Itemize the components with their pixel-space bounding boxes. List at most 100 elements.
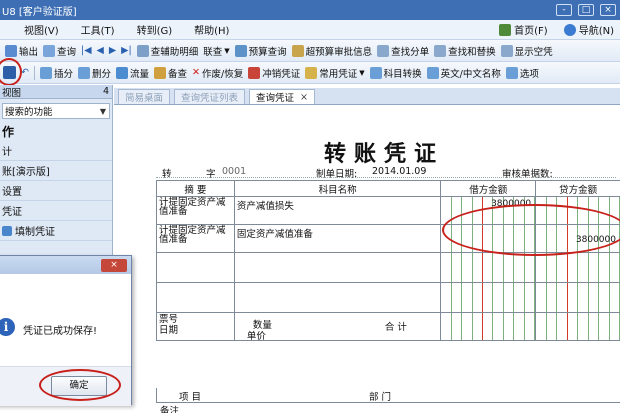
reverse-voucher-button[interactable]: 冲销凭证 xyxy=(248,66,300,80)
quantity-info-cell: 数量 单价 合 计 xyxy=(233,312,442,342)
delete-split-button[interactable]: 删分 xyxy=(77,66,111,80)
budget-query-button[interactable]: 预算查询 xyxy=(234,44,287,58)
voucher-row[interactable] xyxy=(156,252,620,283)
account-convert-button[interactable]: 科目转换 xyxy=(369,66,422,80)
nav-label: 导航(N) xyxy=(578,26,614,37)
replace-icon xyxy=(434,44,447,57)
insert-split-label: 插分 xyxy=(53,68,73,80)
search-icon xyxy=(43,44,56,57)
dropdown-arrow-icon: ▼ xyxy=(359,68,365,77)
debit-cell[interactable] xyxy=(440,282,537,313)
close-tab-icon[interactable]: × xyxy=(300,92,308,103)
pin-icon[interactable]: 4 xyxy=(103,86,112,97)
price-label: 单价 xyxy=(246,331,266,342)
account-cell[interactable] xyxy=(233,282,442,313)
ok-highlight-oval xyxy=(39,369,121,401)
find-split-button[interactable]: 查找分单 xyxy=(377,44,429,58)
options-button[interactable]: 选项 xyxy=(505,66,539,80)
first-record-button[interactable]: |◀ xyxy=(81,45,92,56)
common-voucher-button[interactable]: 常用凭证 ▼ xyxy=(305,66,365,80)
close-window-button[interactable]: × xyxy=(600,4,616,16)
menu-view[interactable]: 视图(V) xyxy=(24,22,59,37)
find-split-label: 查找分单 xyxy=(391,46,430,58)
summary-cell[interactable]: 计提固定资产减值准备 xyxy=(156,196,235,225)
tree-item-2[interactable]: 设置 xyxy=(0,181,112,201)
toolbar-secondary: ↶ 插分 删分 流量 备查 ✕ 作废/恢复 冲销凭证 常用凭证 ▼ 科目转换 英文/… xyxy=(0,62,620,84)
maximize-button[interactable]: □ xyxy=(578,4,594,16)
memo-button[interactable]: 备查 xyxy=(154,66,187,80)
amount-gridlines xyxy=(441,253,536,282)
account-cell[interactable] xyxy=(233,252,442,283)
summary-cell[interactable] xyxy=(156,252,235,283)
output-icon xyxy=(5,44,17,57)
tree-item-1[interactable]: 账[演示版] xyxy=(0,161,112,181)
voucher-row[interactable] xyxy=(156,282,620,313)
home-link[interactable]: 首页(F) xyxy=(499,22,548,37)
memo-label: 备查 xyxy=(168,68,188,80)
previous-record-button[interactable]: ◀ xyxy=(97,45,104,56)
output-label: 输出 xyxy=(19,46,39,58)
account-header: 科目名称 xyxy=(233,180,442,197)
undo-button[interactable]: ↶ xyxy=(21,67,29,78)
output-button[interactable]: 输出 xyxy=(5,44,38,58)
save-success-dialog: × i 凭证已成功保存! 确定 xyxy=(0,255,132,406)
note-label: 备注 xyxy=(160,406,180,413)
tree-item-label: 计 xyxy=(2,147,12,158)
project-label: 项 目 xyxy=(179,392,202,403)
detail-icon xyxy=(136,44,149,57)
voucher-date[interactable]: 2014.01.09 xyxy=(372,166,426,177)
ticket-info-cell: 票号 日期 xyxy=(156,312,235,341)
tab-voucher-list[interactable]: 查询凭证列表 xyxy=(174,89,246,104)
tree-item-label: 凭证 xyxy=(2,207,22,218)
voucher-title: 转账凭证 xyxy=(324,141,445,167)
find-replace-button[interactable]: 查找和替换 xyxy=(434,44,496,58)
linked-query-button[interactable]: 联查 ▼ xyxy=(203,44,229,58)
amount-gridlines xyxy=(536,283,620,312)
convert-icon xyxy=(369,66,382,79)
tree-item-label: 设置 xyxy=(2,187,22,198)
insert-icon xyxy=(39,66,52,79)
voucher-number[interactable]: 0001 xyxy=(222,166,246,177)
tab-simple-desktop[interactable]: 简易桌面 xyxy=(118,89,171,104)
query-label: 查询 xyxy=(57,46,77,58)
voucher-header-row: 摘 要 科目名称 借方金额 贷方金额 xyxy=(156,180,620,197)
cashflow-button[interactable]: 流量 xyxy=(116,66,149,80)
summary-cell[interactable] xyxy=(156,282,235,313)
menu-goto[interactable]: 转到(G) xyxy=(137,22,173,37)
show-empty-button[interactable]: 显示空凭 xyxy=(500,44,553,58)
account-cell[interactable]: 固定资产减值准备 xyxy=(233,224,442,253)
language-toggle-button[interactable]: 英文/中文名称 xyxy=(426,66,501,80)
find-replace-label: 查找和替换 xyxy=(448,46,496,58)
account-cell[interactable]: 资产减值损失 xyxy=(233,196,442,225)
delete-icon xyxy=(77,66,90,79)
over-budget-label: 超预算审批信息 xyxy=(305,46,373,58)
credit-cell[interactable] xyxy=(535,282,620,313)
function-search-input[interactable]: 搜索的功能 ▼ xyxy=(2,103,110,119)
minimize-button[interactable]: - xyxy=(556,4,572,16)
summary-cell[interactable]: 计提固定资产减值准备 xyxy=(156,224,235,253)
tree-item-0[interactable]: 计 xyxy=(0,141,112,161)
last-record-button[interactable]: ▶| xyxy=(121,45,132,56)
menu-help[interactable]: 帮助(H) xyxy=(194,22,229,37)
void-restore-button[interactable]: ✕ 作废/恢复 xyxy=(192,66,243,80)
dialog-close-button[interactable]: × xyxy=(101,258,127,272)
credit-cell[interactable] xyxy=(535,252,620,283)
tree-item-3[interactable]: 凭证 xyxy=(0,201,112,221)
debit-cell[interactable] xyxy=(440,252,537,283)
left-panel-section: 作 xyxy=(2,125,15,139)
document-icon xyxy=(2,225,12,236)
over-budget-button[interactable]: 超预算审批信息 xyxy=(291,44,373,58)
query-button[interactable]: 查询 xyxy=(43,44,76,58)
next-record-button[interactable]: ▶ xyxy=(109,45,116,56)
reverse-icon xyxy=(248,66,261,79)
amount-gridlines xyxy=(536,253,620,282)
dropdown-arrow-icon[interactable]: ▼ xyxy=(97,107,109,116)
nav-link[interactable]: 导航(N) xyxy=(563,22,614,37)
tree-item-fill-voucher[interactable]: 填制凭证 xyxy=(0,221,112,241)
aux-detail-button[interactable]: 查辅助明细 xyxy=(136,44,198,58)
insert-split-button[interactable]: 插分 xyxy=(39,66,73,80)
tab-strip: 简易桌面 查询凭证列表 查询凭证 × xyxy=(114,88,620,105)
options-label: 选项 xyxy=(519,68,539,80)
menu-tools[interactable]: 工具(T) xyxy=(81,22,115,37)
tab-query-voucher[interactable]: 查询凭证 × xyxy=(249,89,316,104)
